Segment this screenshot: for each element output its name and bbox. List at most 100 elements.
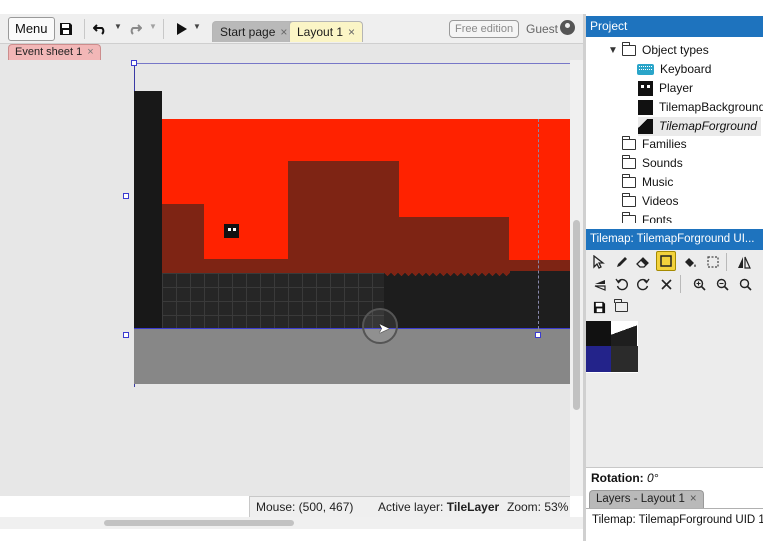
toolbar-divider [726, 253, 727, 271]
status-bar: Mouse: (500, 467) Active layer: TileLaye… [249, 496, 570, 517]
selection-bottom-edge [134, 328, 570, 329]
tree-item-tilemap-forground[interactable]: TilemapForground [638, 117, 761, 136]
project-tree: ▼ Object types Keyboard Player TilemapBa… [586, 37, 763, 223]
layout-canvas[interactable]: ➤ [0, 60, 570, 496]
tile[interactable] [611, 346, 638, 372]
tree-folder-families[interactable]: Families [621, 135, 687, 154]
open-folder-icon[interactable] [611, 297, 631, 317]
preview-dropdown-icon[interactable]: ▼ [193, 22, 201, 31]
tree-item-keyboard[interactable]: Keyboard [637, 60, 711, 79]
guest-label[interactable]: Guest [526, 22, 558, 36]
resize-handle[interactable] [131, 60, 137, 66]
tree-folder-music[interactable]: Music [621, 173, 674, 192]
selected-object-status: Tilemap: TilemapForground UID 1 [592, 514, 763, 526]
tree-folder-fonts[interactable]: Fonts [621, 211, 672, 223]
zoom-out-icon[interactable] [712, 274, 732, 294]
secondary-tab-row: Event sheet 1 × [0, 44, 583, 60]
tile-selected[interactable] [586, 346, 611, 372]
spike-base-tiles[interactable] [384, 282, 510, 329]
foreground-wall-tile[interactable] [134, 91, 162, 329]
redo-dropdown-icon[interactable]: ▼ [149, 22, 157, 31]
tab-label: Start page [220, 25, 276, 39]
undo-dropdown-icon[interactable]: ▼ [114, 22, 122, 31]
tilemap-icon [638, 100, 653, 115]
keyboard-icon [637, 64, 654, 75]
menu-button[interactable]: Menu [8, 17, 55, 41]
tree-item-label: Object types [642, 43, 709, 57]
undo-icon[interactable] [89, 18, 111, 40]
close-icon[interactable]: × [280, 22, 287, 42]
tree-folder-videos[interactable]: Videos [621, 192, 679, 211]
active-layer: Active layer: TileLayer [378, 497, 499, 517]
save-icon[interactable] [55, 18, 77, 40]
tree-folder-sounds[interactable]: Sounds [621, 154, 683, 173]
rectangle-tool-icon[interactable] [656, 251, 676, 271]
tree-item-label: TilemapBackground [659, 100, 763, 114]
free-edition-badge[interactable]: Free edition [449, 20, 520, 38]
folder-icon [621, 136, 636, 150]
folder-icon [621, 212, 636, 223]
tab-label: Layout 1 [297, 25, 344, 39]
close-icon[interactable]: × [348, 22, 355, 42]
folder-icon [621, 155, 636, 169]
zoom-reset-icon[interactable] [735, 274, 755, 294]
properties-area: Rotation: 0° Layers - Layout 1 × Tilemap… [586, 467, 763, 541]
rotate-ccw-icon[interactable] [611, 274, 631, 294]
save-icon[interactable] [589, 297, 609, 317]
tab-layout-1[interactable]: Layout 1 × [289, 21, 364, 42]
redo-icon[interactable] [124, 18, 146, 40]
foreground-block-tile[interactable] [510, 271, 570, 329]
user-avatar-icon[interactable] [560, 20, 575, 35]
tab-start-page[interactable]: Start page × [212, 21, 296, 42]
tilemap-icon [638, 119, 653, 134]
eraser-tool-icon[interactable] [633, 252, 653, 272]
mirror-vertical-icon[interactable] [589, 274, 609, 294]
expand-arrow-icon[interactable]: ▼ [608, 41, 618, 60]
tile[interactable] [586, 321, 611, 346]
tile[interactable] [611, 321, 637, 346]
tree-item-label: Videos [642, 194, 679, 208]
tab-label: Event sheet 1 [15, 46, 83, 58]
tab-underline [586, 508, 763, 509]
resize-handle[interactable] [123, 193, 129, 199]
rotate-cw-icon[interactable] [633, 274, 653, 294]
resize-handle[interactable] [123, 332, 129, 338]
zoom-in-icon[interactable] [689, 274, 709, 294]
close-icon[interactable]: × [87, 45, 93, 60]
preview-play-icon[interactable] [170, 18, 192, 40]
tileset-preview[interactable] [586, 321, 638, 373]
tree-folder-object-types[interactable]: ▼ Object types [608, 41, 709, 60]
tree-item-player[interactable]: Player [638, 79, 693, 98]
main-toolbar: Menu ▼ ▼ ▼ Start page × Layout 1 × Free … [0, 14, 583, 44]
reset-transform-icon[interactable] [656, 274, 676, 294]
scrollbar-thumb[interactable] [573, 220, 580, 410]
toolbar-divider [163, 19, 164, 39]
tree-item-label: Sounds [642, 156, 683, 170]
background-hill [288, 161, 399, 281]
mirror-horizontal-icon[interactable] [734, 252, 754, 272]
pointer-tool-icon[interactable] [589, 252, 609, 272]
canvas-horizontal-scrollbar[interactable] [0, 517, 583, 529]
folder-icon [621, 193, 636, 207]
tree-item-label: Keyboard [660, 62, 712, 76]
active-layer-label: Active layer: [378, 500, 444, 514]
close-icon[interactable]: × [690, 491, 697, 508]
tree-item-label: Music [642, 175, 674, 189]
fill-bucket-tool-icon[interactable] [680, 252, 700, 272]
scrollbar-thumb[interactable] [104, 520, 294, 526]
canvas-vertical-scrollbar[interactable] [570, 60, 583, 496]
mouse-position: Mouse: (500, 467) [256, 500, 354, 514]
rotation-value[interactable]: 0° [647, 471, 658, 485]
layout-ground-area [134, 328, 570, 384]
resize-handle[interactable] [535, 332, 541, 338]
tree-item-label: Player [659, 81, 694, 95]
pencil-tool-icon[interactable] [611, 252, 631, 272]
player-sprite[interactable] [224, 224, 239, 238]
rotation-property[interactable]: Rotation: 0° [591, 471, 658, 485]
rotation-label: Rotation: [591, 471, 644, 485]
foreground-ground-tiles[interactable] [162, 273, 384, 329]
tab-layers-layout-1[interactable]: Layers - Layout 1 × [589, 490, 704, 508]
tab-event-sheet-1[interactable]: Event sheet 1 × [8, 44, 101, 60]
select-area-tool-icon[interactable] [703, 252, 723, 272]
tree-item-tilemap-background[interactable]: TilemapBackground [638, 98, 763, 117]
